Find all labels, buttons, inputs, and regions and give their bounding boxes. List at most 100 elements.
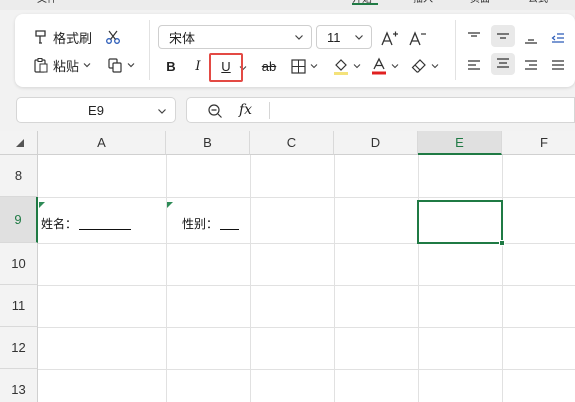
font-increase-icon: [381, 31, 398, 46]
row-header-9[interactable]: 9: [0, 197, 38, 243]
cell-error-indicator: [167, 202, 173, 208]
column-header-e[interactable]: E: [418, 131, 502, 155]
name-box-value: E9: [88, 102, 104, 118]
chevron-down-icon: [431, 64, 439, 69]
chevron-down-icon: [83, 63, 91, 68]
name-box[interactable]: E9: [16, 97, 176, 123]
ribbon: 格式刷 粘贴 宋体 11 B I U ab: [15, 14, 575, 87]
gridline: [502, 155, 503, 402]
font-color-icon: [372, 57, 386, 75]
gridline: [38, 369, 575, 370]
cell-b9-underline: [220, 217, 240, 230]
fill-handle[interactable]: [499, 240, 505, 246]
clear-format-button[interactable]: [411, 55, 439, 77]
align-bottom-icon: [525, 39, 537, 44]
paste-label: 粘贴: [53, 58, 80, 74]
align-center-icon: [497, 58, 509, 68]
tab-page[interactable]: 页面: [470, 0, 490, 6]
font-name-select[interactable]: 宋体: [158, 25, 312, 49]
align-left-button[interactable]: [467, 55, 481, 77]
column-header-c[interactable]: C: [250, 131, 334, 155]
cell-a9-underline: [79, 217, 132, 230]
chevron-down-icon: [391, 64, 399, 69]
indent-decrease-icon: [551, 33, 564, 43]
bold-button[interactable]: B: [162, 55, 180, 77]
align-middle-button[interactable]: [491, 25, 515, 47]
underline-highlight-box: [209, 53, 243, 82]
row-header-11[interactable]: 11: [0, 285, 38, 327]
formula-divider: [269, 102, 270, 119]
gridline: [334, 155, 335, 402]
cell-b9-text: 性别：: [182, 216, 219, 231]
borders-icon: [291, 58, 306, 74]
copy-icon: [108, 58, 122, 73]
chevron-down-icon: [353, 64, 361, 69]
paste-button[interactable]: 粘贴: [33, 54, 91, 76]
menu-strip: 文件 开始 插入 页面 公式: [0, 0, 575, 10]
align-left-icon: [468, 60, 480, 70]
eraser-icon: [411, 59, 426, 73]
format-painter-icon: [35, 30, 46, 44]
align-right-icon: [525, 60, 537, 70]
row-header-12[interactable]: 12: [0, 327, 38, 369]
column-header-d[interactable]: D: [334, 131, 418, 155]
align-center-button[interactable]: [491, 53, 515, 75]
chevron-down-icon: [127, 63, 135, 68]
tab-file[interactable]: 文件: [37, 0, 57, 6]
tab-formula[interactable]: 公式: [528, 0, 548, 6]
row-header-10[interactable]: 10: [0, 243, 38, 285]
font-size-value: 11: [327, 29, 341, 45]
align-right-button[interactable]: [524, 55, 538, 77]
column-header-b[interactable]: B: [166, 131, 250, 155]
selected-cell-e9[interactable]: [417, 200, 503, 244]
select-all-icon: [16, 139, 24, 147]
gridline: [38, 285, 575, 286]
align-top-button[interactable]: [467, 27, 481, 49]
indent-decrease-button[interactable]: [551, 27, 565, 49]
font-name-value: 宋体: [169, 30, 196, 46]
copy-button[interactable]: [107, 54, 135, 76]
justify-button[interactable]: [551, 55, 565, 77]
decrease-font-button[interactable]: [409, 27, 427, 49]
cell-b9[interactable]: 性别：: [182, 215, 240, 231]
italic-button[interactable]: I: [190, 55, 206, 77]
chevron-down-icon: [355, 35, 363, 40]
zoom-formula-icon[interactable]: [207, 103, 223, 119]
clipboard-icon: [34, 58, 48, 73]
formula-input[interactable]: fx: [186, 97, 575, 123]
row-header-8[interactable]: 8: [0, 155, 38, 197]
format-painter-label: 格式刷: [53, 30, 93, 46]
cut-button[interactable]: [105, 26, 121, 48]
justify-icon: [552, 60, 564, 70]
borders-button[interactable]: [291, 55, 318, 77]
formula-bar: E9 fx: [0, 94, 575, 126]
row-header-13[interactable]: 13: [0, 369, 38, 402]
chevron-down-icon: [158, 109, 166, 114]
increase-font-button[interactable]: [381, 27, 399, 49]
select-all-corner[interactable]: [0, 131, 38, 155]
gridline: [38, 327, 575, 328]
scissors-icon: [106, 30, 120, 44]
format-painter-button[interactable]: 格式刷: [33, 26, 92, 48]
fill-color-button[interactable]: [333, 55, 361, 77]
cell-a9-text: 姓名：: [41, 216, 78, 231]
font-size-select[interactable]: 11: [316, 25, 372, 49]
fx-icon[interactable]: fx: [239, 102, 252, 118]
ribbon-divider: [455, 20, 456, 80]
column-header-f[interactable]: F: [502, 131, 575, 155]
strikethrough-button[interactable]: ab: [258, 55, 280, 77]
column-header-a[interactable]: A: [38, 131, 166, 155]
fill-bucket-icon: [334, 59, 348, 75]
chevron-down-icon: [295, 35, 303, 40]
align-bottom-button[interactable]: [524, 27, 538, 49]
cell-a9[interactable]: 姓名：: [41, 215, 132, 231]
gridline: [38, 197, 575, 198]
ribbon-divider: [149, 20, 150, 80]
align-middle-icon: [497, 33, 509, 39]
active-tab-indicator: [352, 3, 378, 5]
font-color-button[interactable]: [371, 55, 399, 77]
tab-insert[interactable]: 插入: [413, 0, 433, 6]
gridline: [418, 155, 419, 402]
gridline: [250, 155, 251, 402]
spreadsheet-grid: A B C D E F 8 9 10 11 12 13 姓名： 性别：: [0, 131, 575, 402]
